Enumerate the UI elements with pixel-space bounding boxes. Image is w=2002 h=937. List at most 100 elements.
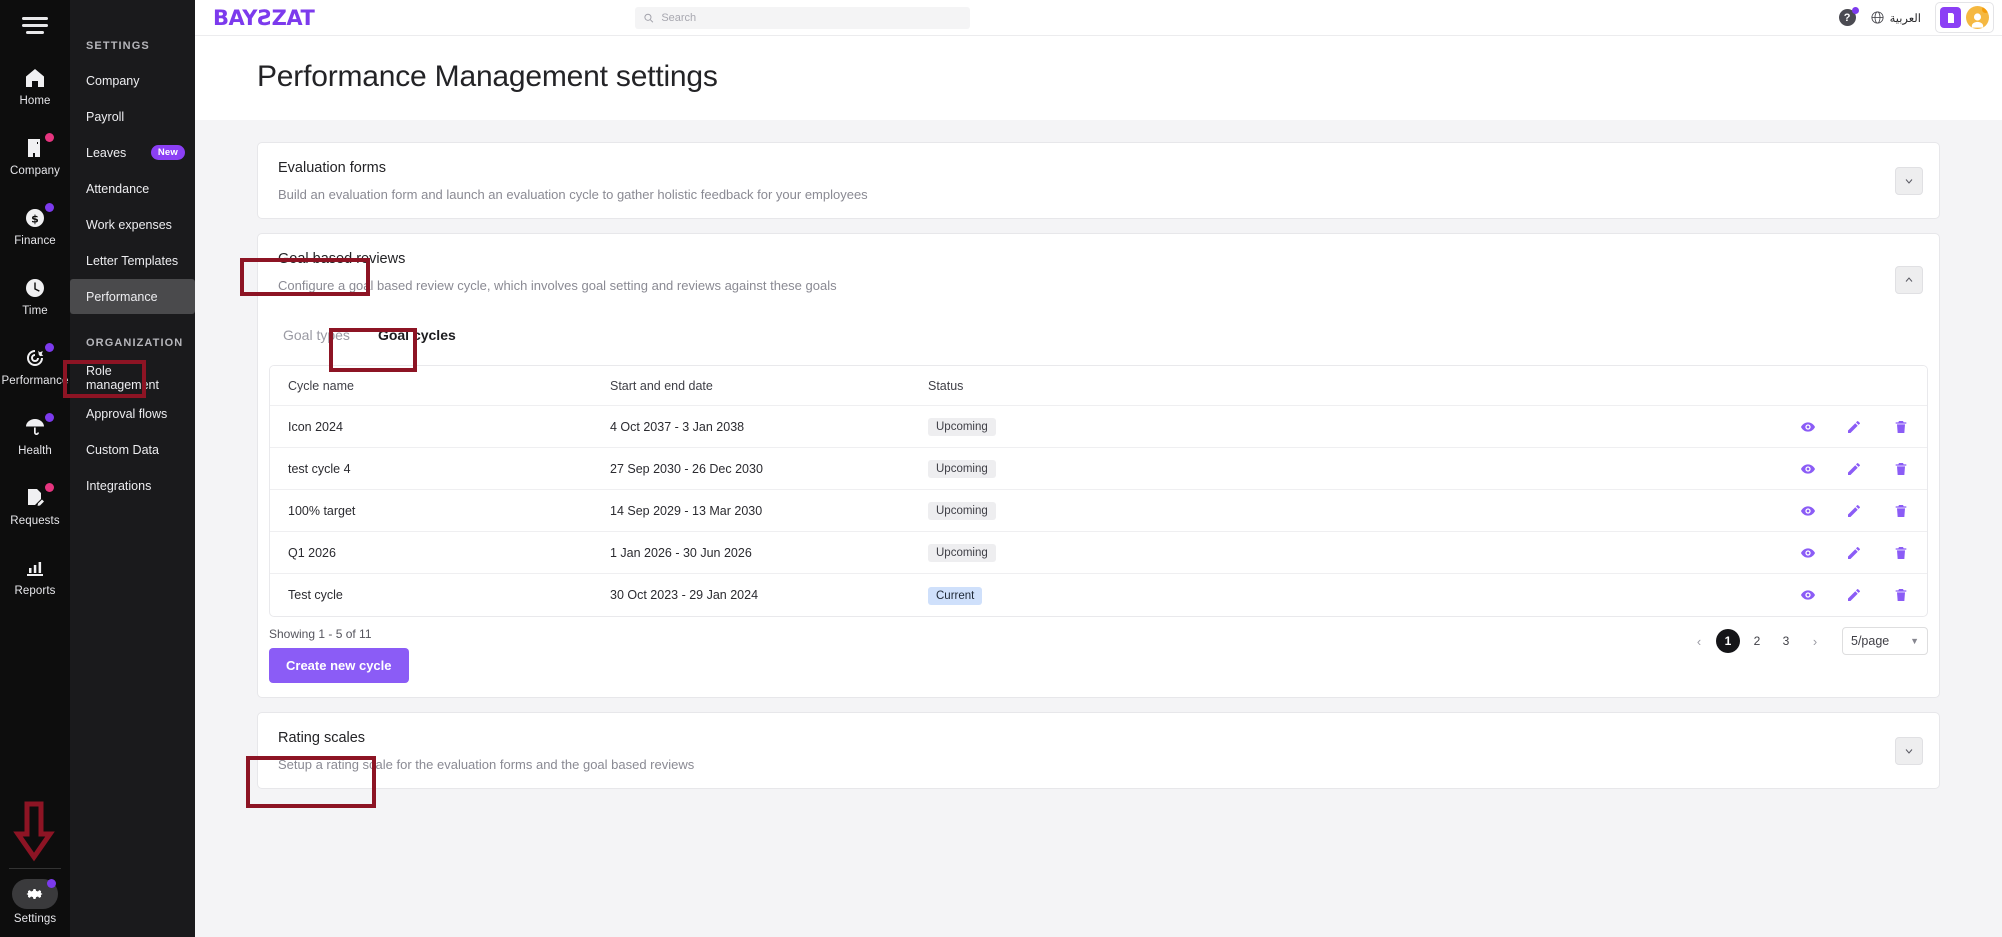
status-badge: Current bbox=[928, 587, 982, 605]
sidebar-item-attendance[interactable]: Attendance bbox=[70, 171, 195, 206]
chevron-down-icon bbox=[1903, 175, 1915, 187]
edit-icon[interactable] bbox=[1846, 502, 1863, 519]
edit-icon[interactable] bbox=[1846, 544, 1863, 561]
delete-icon[interactable] bbox=[1892, 502, 1909, 519]
rail-item-reports[interactable]: Reports bbox=[0, 545, 70, 607]
sidebar-item-work-expenses[interactable]: Work expenses bbox=[70, 207, 195, 242]
sidebar-item-letter-templates[interactable]: Letter Templates bbox=[70, 243, 195, 278]
target-icon bbox=[22, 345, 48, 371]
table-row[interactable]: Q1 2026 1 Jan 2026 - 30 Jun 2026 Upcomin… bbox=[270, 532, 1927, 574]
goal-cycles-table: Cycle name Start and end date Status Ico… bbox=[269, 365, 1928, 617]
card-subtitle: Configure a goal based review cycle, whi… bbox=[278, 278, 1919, 293]
expand-rating-scales-button[interactable] bbox=[1895, 737, 1923, 765]
help-icon[interactable]: ? bbox=[1839, 9, 1856, 26]
delete-icon[interactable] bbox=[1892, 418, 1909, 435]
row-actions bbox=[1799, 587, 1909, 604]
topbar-actions: ? العربية bbox=[1839, 2, 1994, 33]
rail-item-health[interactable]: Health bbox=[0, 405, 70, 467]
hamburger-icon[interactable] bbox=[18, 13, 52, 37]
rail-label: Requests bbox=[10, 515, 59, 527]
building-icon bbox=[22, 135, 48, 161]
sidebar-item-payroll[interactable]: Payroll bbox=[70, 99, 195, 134]
sidebar-item-leaves[interactable]: Leaves New bbox=[70, 135, 195, 170]
rail-label: Performance bbox=[2, 375, 69, 387]
language-switcher[interactable]: العربية bbox=[1870, 10, 1921, 25]
avatar[interactable] bbox=[1966, 6, 1989, 29]
cell-cycle-name: 100% target bbox=[288, 504, 610, 518]
table-row[interactable]: Test cycle 30 Oct 2023 - 29 Jan 2024 Cur… bbox=[270, 574, 1927, 616]
table-row[interactable]: test cycle 4 27 Sep 2030 - 26 Dec 2030 U… bbox=[270, 448, 1927, 490]
table-row[interactable]: Icon 2024 4 Oct 2037 - 3 Jan 2038 Upcomi… bbox=[270, 406, 1927, 448]
search-input[interactable] bbox=[661, 12, 962, 24]
rail-item-requests[interactable]: Requests bbox=[0, 475, 70, 537]
svg-text:$: $ bbox=[31, 213, 39, 226]
edit-icon[interactable] bbox=[1846, 460, 1863, 477]
document-icon[interactable] bbox=[1940, 7, 1961, 28]
view-icon[interactable] bbox=[1799, 544, 1816, 561]
view-icon[interactable] bbox=[1799, 587, 1816, 604]
chevron-down-icon: ▼ bbox=[1910, 636, 1919, 646]
rail-label: Home bbox=[19, 95, 50, 107]
pagination-page-1[interactable]: 1 bbox=[1716, 629, 1740, 653]
sidebar-item-approval-flows[interactable]: Approval flows bbox=[70, 396, 195, 431]
collapse-goal-based-reviews-button[interactable] bbox=[1895, 266, 1923, 294]
delete-icon[interactable] bbox=[1892, 460, 1909, 477]
rail-item-settings[interactable]: Settings bbox=[12, 879, 58, 925]
card-rating-scales: Rating scales Setup a rating scale for t… bbox=[257, 712, 1940, 789]
sidebar-item-label: Integrations bbox=[86, 479, 151, 493]
page-size-select[interactable]: 5/page ▼ bbox=[1842, 627, 1928, 655]
search-box[interactable] bbox=[635, 7, 970, 29]
cell-dates: 30 Oct 2023 - 29 Jan 2024 bbox=[610, 588, 928, 602]
home-icon bbox=[22, 65, 48, 91]
sidebar-item-label: Work expenses bbox=[86, 218, 172, 232]
sidebar-item-performance[interactable]: Performance bbox=[70, 279, 195, 314]
view-icon[interactable] bbox=[1799, 460, 1816, 477]
gear-icon[interactable] bbox=[12, 879, 58, 909]
row-actions bbox=[1799, 544, 1909, 561]
notification-dot bbox=[45, 203, 54, 212]
sidebar-item-label: Attendance bbox=[86, 182, 149, 196]
status-badge: Upcoming bbox=[928, 460, 996, 478]
status-badge: Upcoming bbox=[928, 502, 996, 520]
sidebar-item-role-management[interactable]: Role management bbox=[70, 360, 195, 395]
row-actions bbox=[1799, 460, 1909, 477]
delete-icon[interactable] bbox=[1892, 587, 1909, 604]
pagination-page-2[interactable]: 2 bbox=[1745, 629, 1769, 653]
cell-cycle-name: test cycle 4 bbox=[288, 462, 610, 476]
rail-item-home[interactable]: Home bbox=[0, 55, 70, 117]
rail-item-time[interactable]: Time bbox=[0, 265, 70, 327]
edit-icon[interactable] bbox=[1846, 587, 1863, 604]
tab-goal-types[interactable]: Goal types bbox=[269, 321, 364, 349]
view-icon[interactable] bbox=[1799, 418, 1816, 435]
rail-item-company[interactable]: Company bbox=[0, 125, 70, 187]
rail-label: Finance bbox=[14, 235, 56, 247]
bayzat-logo[interactable]: BAYSZAT bbox=[213, 6, 314, 30]
sidebar-item-label: Approval flows bbox=[86, 407, 167, 421]
expand-evaluation-forms-button[interactable] bbox=[1895, 167, 1923, 195]
rail-item-performance[interactable]: Performance bbox=[0, 335, 70, 397]
sidebar-item-label: Role management bbox=[86, 364, 185, 392]
sidebar-item-custom-data[interactable]: Custom Data bbox=[70, 432, 195, 467]
create-new-cycle-button[interactable]: Create new cycle bbox=[269, 648, 409, 683]
app-root: Home Company $ Finance Time bbox=[0, 0, 2002, 937]
table-row[interactable]: 100% target 14 Sep 2029 - 13 Mar 2030 Up… bbox=[270, 490, 1927, 532]
sidebar-item-integrations[interactable]: Integrations bbox=[70, 468, 195, 503]
pagination-prev[interactable]: ‹ bbox=[1687, 629, 1711, 653]
sidebar-item-label: Letter Templates bbox=[86, 254, 178, 268]
pagination-next[interactable]: › bbox=[1803, 629, 1827, 653]
rail-item-finance[interactable]: $ Finance bbox=[0, 195, 70, 257]
sidebar-item-company[interactable]: Company bbox=[70, 63, 195, 98]
view-icon[interactable] bbox=[1799, 502, 1816, 519]
annotation-arrow bbox=[11, 800, 57, 862]
pagination: ‹ 1 2 3 › 5/page ▼ bbox=[1687, 627, 1928, 655]
notification-dot bbox=[45, 343, 54, 352]
edit-icon[interactable] bbox=[1846, 418, 1863, 435]
tab-goal-cycles[interactable]: Goal cycles bbox=[364, 321, 470, 349]
user-menu[interactable] bbox=[1935, 2, 1994, 33]
delete-icon[interactable] bbox=[1892, 544, 1909, 561]
pagination-page-3[interactable]: 3 bbox=[1774, 629, 1798, 653]
column-header-start-end-date: Start and end date bbox=[610, 379, 928, 393]
showing-text: Showing 1 - 5 of 11 bbox=[269, 627, 409, 641]
clock-icon bbox=[22, 275, 48, 301]
cell-status: Upcoming bbox=[928, 417, 1799, 436]
